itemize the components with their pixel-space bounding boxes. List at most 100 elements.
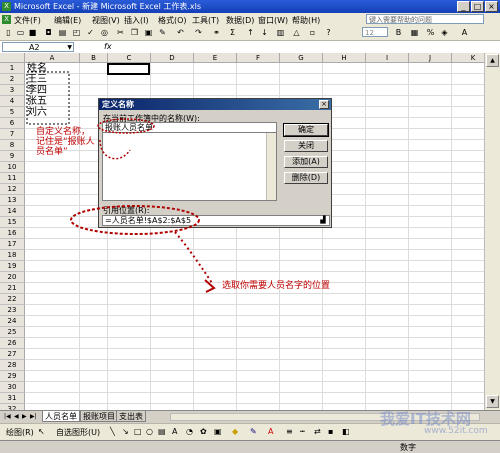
column-header[interactable]: B <box>80 53 108 63</box>
row-header[interactable]: 25 <box>0 327 25 338</box>
row-header[interactable]: 4 <box>0 96 25 107</box>
scroll-up-icon[interactable]: ▲ <box>486 54 499 67</box>
maximize-button[interactable]: □ <box>471 1 484 12</box>
row-header[interactable]: 28 <box>0 360 25 371</box>
picture-icon[interactable]: ▣ <box>214 427 222 436</box>
names-list[interactable] <box>102 132 277 201</box>
row-header[interactable]: 12 <box>0 184 25 195</box>
bold-icon[interactable]: B <box>394 28 403 37</box>
arrow-style-icon[interactable]: ⇄ <box>314 427 321 436</box>
sort-descending-icon[interactable]: ↓ <box>260 28 269 37</box>
cell-a4[interactable]: 张五 <box>27 96 47 107</box>
font-size-select[interactable]: 12 <box>362 27 388 37</box>
oval-tool-icon[interactable]: ○ <box>146 427 153 436</box>
column-header[interactable]: A <box>25 53 80 63</box>
menu-data[interactable]: 数据(D) <box>226 15 254 26</box>
menu-file[interactable]: 文件(F) <box>14 15 41 26</box>
column-header[interactable]: F <box>237 53 280 63</box>
cut-icon[interactable]: ✂ <box>116 28 125 37</box>
sheet-tab-expenses[interactable]: 支出表 <box>116 411 146 422</box>
copy-icon[interactable]: ❐ <box>130 28 139 37</box>
line-style-icon[interactable]: ≡ <box>286 427 293 436</box>
minimize-button[interactable]: _ <box>457 1 470 12</box>
fill-color-icon[interactable]: ◈ <box>440 28 449 37</box>
row-header[interactable]: 19 <box>0 261 25 272</box>
zoom-icon[interactable]: ▫ <box>308 28 317 37</box>
row-header[interactable]: 14 <box>0 206 25 217</box>
row-header[interactable]: 11 <box>0 173 25 184</box>
draw-font-color-icon[interactable]: A <box>268 427 273 436</box>
spelling-icon[interactable]: ✓ <box>86 28 95 37</box>
column-header[interactable]: I <box>366 53 409 63</box>
formula-input[interactable] <box>118 42 478 52</box>
rectangle-tool-icon[interactable]: □ <box>134 427 142 436</box>
row-header[interactable]: 26 <box>0 338 25 349</box>
save-icon[interactable]: ■ <box>28 28 37 37</box>
name-box[interactable]: A2 ▼ <box>2 42 74 52</box>
line-color-icon[interactable]: ✎ <box>250 427 257 436</box>
menu-edit[interactable]: 编辑(E) <box>54 15 81 26</box>
row-header[interactable]: 6 <box>0 118 25 129</box>
row-header[interactable]: 30 <box>0 382 25 393</box>
close-window-button[interactable]: × <box>485 1 498 12</box>
cell-a3[interactable]: 李四 <box>27 85 47 96</box>
chart-wizard-icon[interactable]: ▥ <box>276 28 285 37</box>
borders-icon[interactable]: ▦ <box>410 28 419 37</box>
draw-menu[interactable]: 绘图(R) <box>6 427 34 438</box>
help-icon[interactable]: ? <box>324 28 333 37</box>
format-painter-icon[interactable]: ✎ <box>158 28 167 37</box>
hyperlink-icon[interactable]: ⚭ <box>212 28 221 37</box>
percent-icon[interactable]: % <box>426 28 435 37</box>
sheet-tab-items[interactable]: 报账项目 <box>80 411 118 422</box>
chevron-down-icon[interactable]: ▼ <box>67 43 72 53</box>
delete-button[interactable]: 删除(D) <box>284 172 328 184</box>
column-header[interactable]: J <box>409 53 452 63</box>
add-button[interactable]: 添加(A) <box>284 156 328 168</box>
workbook-icon[interactable]: X <box>2 15 11 24</box>
select-objects-icon[interactable]: ↖ <box>38 427 45 436</box>
print-preview-icon[interactable]: ◰ <box>72 28 81 37</box>
column-header[interactable]: K <box>452 53 484 63</box>
wordart-icon[interactable]: A <box>172 427 177 436</box>
row-header[interactable]: 9 <box>0 151 25 162</box>
shadow-style-icon[interactable]: ▪ <box>328 427 333 436</box>
ok-button[interactable]: 确定 <box>283 123 329 137</box>
row-header[interactable]: 2 <box>0 74 25 85</box>
paste-icon[interactable]: ▣ <box>144 28 153 37</box>
menu-help[interactable]: 帮助(H) <box>292 15 320 26</box>
row-header[interactable]: 16 <box>0 228 25 239</box>
clipart-icon[interactable]: ✿ <box>200 427 207 436</box>
column-header[interactable]: H <box>323 53 366 63</box>
prev-sheet-icon[interactable]: ◀ <box>14 413 19 420</box>
cell-a2[interactable]: 王三 <box>27 74 47 85</box>
row-header[interactable]: 21 <box>0 283 25 294</box>
sort-ascending-icon[interactable]: ↑ <box>246 28 255 37</box>
row-header[interactable]: 8 <box>0 140 25 151</box>
cell-a5[interactable]: 刘六 <box>27 107 47 118</box>
permission-icon[interactable]: ◘ <box>44 28 53 37</box>
menu-view[interactable]: 视图(V) <box>92 15 120 26</box>
diagram-icon[interactable]: ◔ <box>186 427 193 436</box>
row-header[interactable]: 20 <box>0 272 25 283</box>
fill-bucket-icon[interactable]: ◆ <box>232 427 238 436</box>
row-header[interactable]: 24 <box>0 316 25 327</box>
row-header[interactable]: 13 <box>0 195 25 206</box>
column-header[interactable]: E <box>194 53 237 63</box>
font-color-icon[interactable]: A <box>460 28 469 37</box>
column-header[interactable]: G <box>280 53 323 63</box>
close-button[interactable]: 关闭 <box>284 140 328 152</box>
scroll-down-icon[interactable]: ▼ <box>486 395 499 408</box>
row-header[interactable]: 22 <box>0 294 25 305</box>
line-tool-icon[interactable]: ╲ <box>110 427 115 436</box>
menu-format[interactable]: 格式(O) <box>158 15 187 26</box>
dash-style-icon[interactable]: ┅ <box>300 427 305 436</box>
row-header[interactable]: 18 <box>0 250 25 261</box>
3d-style-icon[interactable]: ◧ <box>342 427 350 436</box>
help-search-input[interactable]: 键入需要帮助的问题 <box>366 14 484 24</box>
new-file-icon[interactable]: ▯ <box>4 28 13 37</box>
drawing-icon[interactable]: △ <box>292 28 301 37</box>
row-header[interactable]: 23 <box>0 305 25 316</box>
sheet-tab-personnel[interactable]: 人员名单 <box>42 411 80 422</box>
vertical-scrollbar[interactable]: ▲ ▼ <box>484 53 500 410</box>
cell-a1[interactable]: 姓名 <box>27 63 47 74</box>
